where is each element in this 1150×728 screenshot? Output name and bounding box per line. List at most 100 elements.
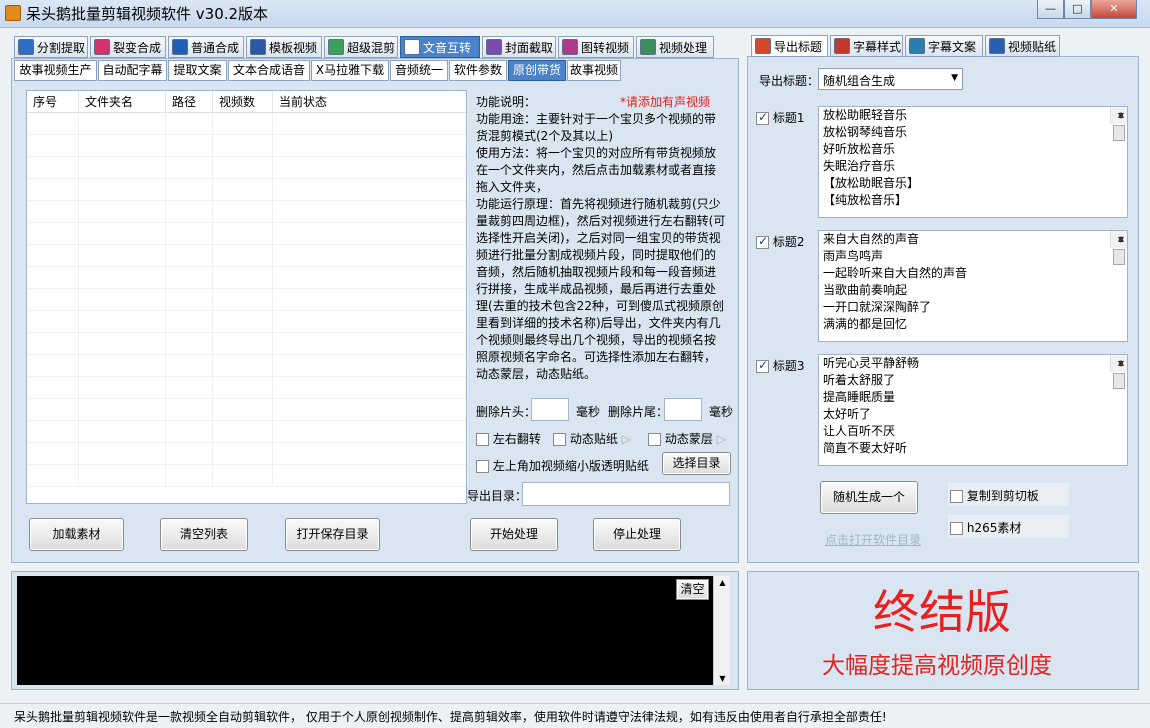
description-line: 频进行批量分割成视频片段，同时提取他们的 — [476, 248, 717, 262]
title-list-1[interactable]: 放松助眠轻音乐 放松钢琴纯音乐 好听放松音乐 失眠治疗音乐 【放松助眠音乐】 【纯放松音乐… — [818, 106, 1128, 218]
sub-tab-7[interactable]: 软件参数 — [449, 60, 507, 81]
table-cell — [213, 289, 273, 311]
open-save-dir-button[interactable]: 打开保存目录 — [285, 518, 380, 551]
main-tab-1[interactable]: 分割提取 — [14, 36, 88, 58]
sub-tab-2[interactable]: 自动配字幕 — [98, 60, 167, 81]
title-list-scrollbar[interactable]: ▲ ▼ — [1110, 231, 1127, 265]
title-list-scrollbar[interactable]: ▲ ▼ — [1110, 355, 1127, 389]
main-tab-9[interactable]: 视频处理 — [636, 36, 714, 58]
trim-head-input[interactable] — [531, 398, 569, 421]
right-tab-2[interactable]: 字幕样式 — [830, 35, 903, 57]
title-group-option-1[interactable]: 标题1 — [756, 109, 804, 126]
table-cell — [213, 201, 273, 223]
description-line: 功能运行原理：首先将视频进行随机裁剪(只少 — [476, 197, 721, 211]
log-console[interactable] — [17, 576, 713, 685]
title-checkbox[interactable] — [756, 110, 769, 125]
play-preview-icon[interactable]: ▷ — [717, 432, 726, 446]
scroll-up-icon[interactable]: ▲ — [714, 578, 731, 587]
scroll-down-icon[interactable]: ▼ — [1111, 356, 1127, 372]
table-cell — [273, 465, 468, 487]
sub-tab-8[interactable]: 原创带货 — [508, 60, 566, 81]
sticker-option[interactable]: 动态贴纸 ▷ — [553, 430, 631, 447]
title-group-option-2[interactable]: 标题2 — [756, 233, 804, 250]
sub-tab-6[interactable]: 音频统一 — [390, 60, 448, 81]
sub-tab-1[interactable]: 故事视频生产 — [14, 60, 97, 81]
stop-button[interactable]: 停止处理 — [593, 518, 681, 551]
maximize-button[interactable]: □ — [1064, 0, 1091, 19]
table-cell — [79, 245, 166, 267]
promo-subtitle: 大幅度提高视频原创度 — [822, 653, 1052, 679]
mask-option[interactable]: 动态蒙层 ▷ — [648, 430, 726, 447]
main-tab-5[interactable]: 超级混剪 — [324, 36, 398, 58]
audio-bars-icon — [328, 39, 344, 55]
play-preview-icon[interactable]: ▷ — [622, 432, 631, 446]
title-list-scrollbar[interactable]: ▲ ▼ — [1110, 107, 1127, 141]
flip-checkbox[interactable] — [476, 433, 489, 446]
corner-option[interactable]: 左上角加视频缩小版透明贴纸 — [476, 457, 649, 474]
close-button[interactable]: ✕ — [1091, 0, 1137, 19]
h265-option[interactable]: h265素材 — [948, 515, 1069, 538]
main-tab-4[interactable]: 模板视频 — [246, 36, 322, 58]
minimize-button[interactable]: — — [1037, 0, 1064, 19]
copy-clipboard-checkbox[interactable] — [950, 490, 963, 503]
main-tab-8[interactable]: 图转视频 — [558, 36, 634, 58]
start-button[interactable]: 开始处理 — [470, 518, 558, 551]
title-group-option-3[interactable]: 标题3 — [756, 357, 804, 374]
main-tab-7[interactable]: 封面截取 — [482, 36, 556, 58]
load-button[interactable]: 加载素材 — [29, 518, 124, 551]
mask-checkbox[interactable] — [648, 433, 661, 446]
table-cell — [27, 245, 79, 267]
open-dir-link[interactable]: 点击打开软件目录 — [825, 531, 921, 548]
right-tab-3[interactable]: 字幕文案 — [905, 35, 983, 57]
sub-tab-5[interactable]: X马拉雅下载 — [311, 60, 389, 81]
title-item: 放松钢琴纯音乐 — [823, 125, 908, 139]
corner-checkbox[interactable] — [476, 460, 489, 473]
table-cell — [166, 465, 213, 487]
random-generate-button[interactable]: 随机生成一个 — [820, 481, 918, 514]
trim-tail-input[interactable] — [664, 398, 702, 421]
window-title: 呆头鹅批量剪辑视频软件 v30.2版本 — [26, 5, 269, 23]
copy-clipboard-option[interactable]: 复制到剪切板 — [948, 483, 1069, 506]
select-dir-button[interactable]: 选择目录 — [662, 452, 731, 475]
export-dir-input[interactable] — [522, 482, 730, 506]
folder-table[interactable]: 序号 文件夹名 路径 视频数 当前状态 — [26, 90, 468, 504]
right-tab-4[interactable]: 视频贴纸 — [985, 35, 1060, 57]
scroll-thumb[interactable] — [1113, 373, 1125, 389]
title-list-2[interactable]: 来自大自然的声音 雨声鸟鸣声 一起聆听来自大自然的声音 当歌曲前奏响起 一开口就深深陶醉… — [818, 230, 1128, 342]
sub-tab-3[interactable]: 提取文案 — [168, 60, 227, 81]
play-icon — [172, 39, 188, 55]
table-header-cell: 序号 — [27, 91, 79, 113]
right-tab-1[interactable]: 导出标题 — [751, 35, 828, 57]
table-row — [27, 113, 468, 135]
scroll-down-icon[interactable]: ▼ — [714, 674, 731, 683]
table-cell — [27, 267, 79, 289]
chevron-down-icon[interactable]: ▼ — [951, 73, 958, 83]
clear-log-button[interactable]: 清空 — [676, 579, 709, 600]
title-list-3[interactable]: 听完心灵平静舒畅 听着太舒服了 提高睡眠质量 太好听了 让人百听不厌 简直不要太好听 ▲ ▼ — [818, 354, 1128, 466]
main-tab-3[interactable]: 普通合成 — [168, 36, 244, 58]
main-tab-6[interactable]: 文音互转 — [400, 36, 480, 58]
flip-option[interactable]: 左右翻转 — [476, 430, 541, 447]
sticker-checkbox[interactable] — [553, 433, 566, 446]
title-item: 听完心灵平静舒畅 — [823, 356, 920, 370]
export-title-select[interactable]: 随机组合生成 ▼ — [818, 68, 963, 90]
table-cell — [213, 245, 273, 267]
h265-checkbox[interactable] — [950, 522, 963, 535]
table-cell — [213, 377, 273, 399]
scroll-down-icon[interactable]: ▼ — [1111, 108, 1127, 124]
scroll-down-icon[interactable]: ▼ — [1111, 232, 1127, 248]
table-row — [27, 399, 468, 421]
title-checkbox[interactable] — [756, 358, 769, 373]
clear-list-button[interactable]: 清空列表 — [160, 518, 248, 551]
main-tab-2[interactable]: 裂变合成 — [90, 36, 166, 58]
title-checkbox[interactable] — [756, 234, 769, 249]
table-cell — [27, 311, 79, 333]
sub-tab-4[interactable]: 文本合成语音 — [228, 60, 310, 81]
log-scrollbar[interactable]: ▲ ▼ — [713, 576, 730, 685]
table-cell — [79, 465, 166, 487]
sub-tab-9[interactable]: 故事视频 — [567, 60, 621, 81]
scroll-thumb[interactable] — [1113, 249, 1125, 265]
table-cell — [273, 267, 468, 289]
scroll-thumb[interactable] — [1113, 125, 1125, 141]
table-cell — [213, 399, 273, 421]
